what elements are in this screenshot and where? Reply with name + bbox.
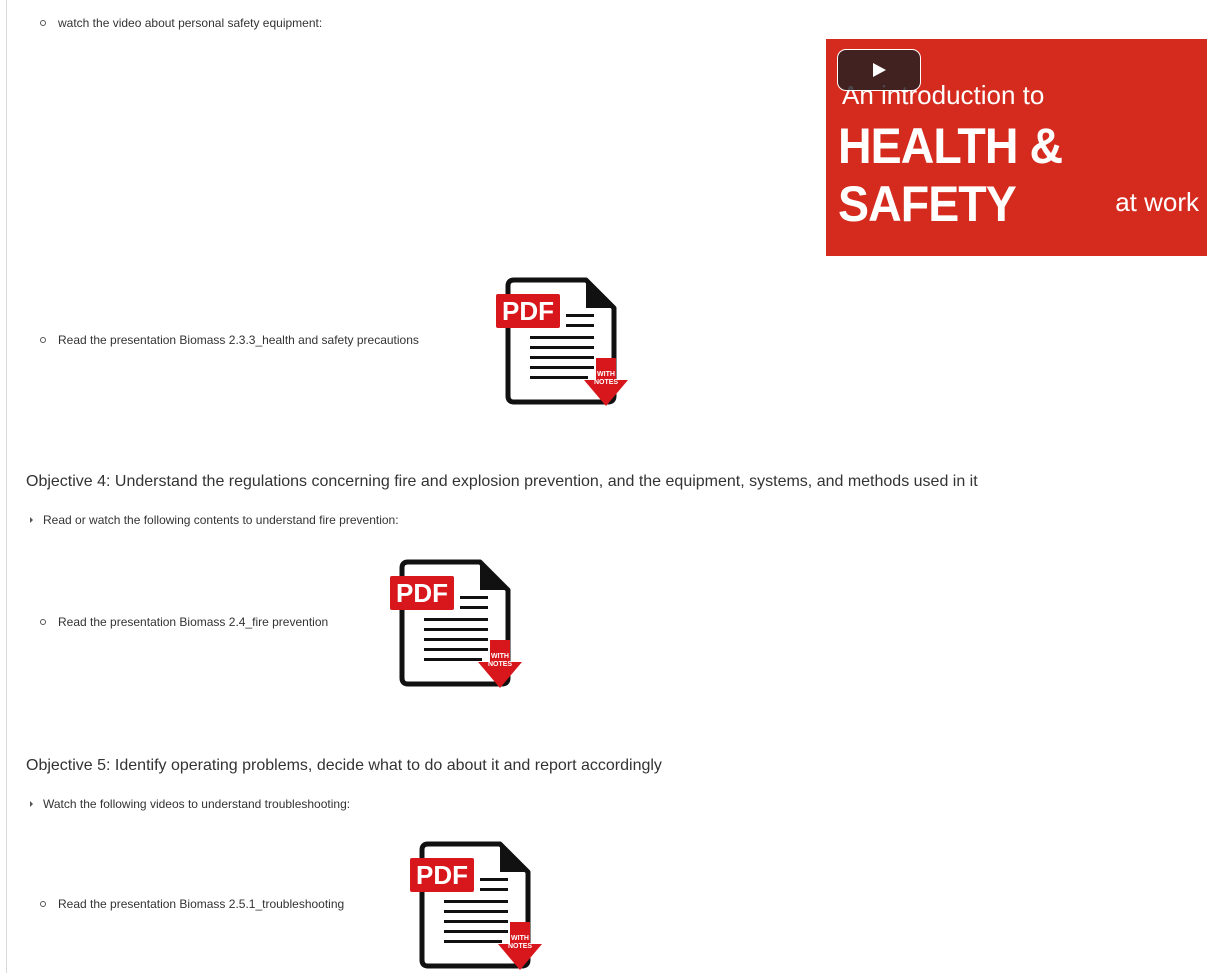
pdf-item-text: Read the presentation Biomass 2.3.3_heal… (58, 333, 419, 347)
pdf-item-text: Read the presentation Biomass 2.4_fire p… (58, 615, 329, 629)
list-item-pdf-troubleshooting: Read the presentation Biomass 2.5.1_trou… (40, 897, 344, 911)
play-icon (873, 63, 886, 77)
pdf-with-notes-icon[interactable]: PDF WITH NOTES (492, 266, 642, 416)
video-title-line3: at work (1115, 187, 1199, 217)
left-border (6, 0, 7, 973)
circle-bullet (40, 900, 46, 907)
video-play-button[interactable] (837, 49, 921, 91)
objective-5-intro: Watch the following videos to understand… (30, 797, 350, 811)
pdf-arrow-label-2: NOTES (488, 661, 512, 668)
list-item-pdf-health-safety: Read the presentation Biomass 2.3.3_heal… (40, 333, 419, 347)
objective-4-intro-text: Read or watch the following contents to … (43, 513, 399, 527)
pdf-arrow-label-1: WITH (491, 653, 509, 660)
list-item-pdf-fire-prevention: Read the presentation Biomass 2.4_fire p… (40, 615, 328, 629)
circle-bullet (40, 618, 46, 625)
pdf-with-notes-icon[interactable]: PDF WITH NOTES (386, 548, 536, 698)
objective-4-intro: Read or watch the following contents to … (30, 513, 399, 527)
pdf-arrow-label-2: NOTES (508, 943, 532, 950)
pdf-arrow-label-1: WITH (511, 935, 529, 942)
video-item-text: watch the video about personal safety eq… (58, 16, 323, 30)
triangle-bullet (30, 800, 33, 807)
objective-4-heading: Objective 4: Understand the regulations … (26, 473, 978, 490)
pdf-with-notes-icon[interactable]: PDF WITH NOTES (406, 830, 556, 980)
objective-5-intro-text: Watch the following videos to understand… (43, 797, 351, 811)
objective-5-heading: Objective 5: Identify operating problems… (26, 757, 662, 774)
pdf-badge-label: PDF (396, 578, 448, 608)
video-thumbnail[interactable]: An introduction to HEALTH & SAFETY at wo… (826, 39, 1207, 256)
pdf-arrow-label-2: NOTES (594, 379, 618, 386)
pdf-item-text: Read the presentation Biomass 2.5.1_trou… (58, 897, 345, 911)
triangle-bullet (30, 516, 33, 523)
pdf-badge-label: PDF (502, 296, 554, 326)
pdf-arrow-label-1: WITH (597, 371, 615, 378)
circle-bullet (40, 19, 46, 26)
pdf-badge-label: PDF (416, 860, 468, 890)
list-item-video: watch the video about personal safety eq… (40, 16, 322, 30)
circle-bullet (40, 336, 46, 343)
